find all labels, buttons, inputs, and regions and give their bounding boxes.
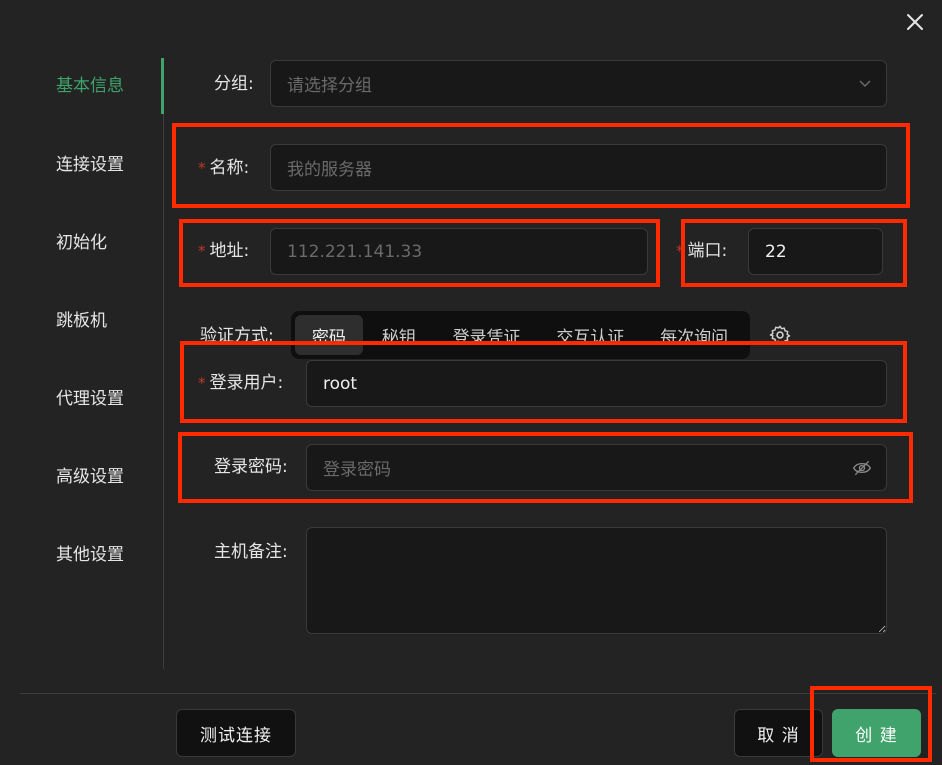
test-connection-button[interactable]: 测试连接 — [176, 709, 296, 757]
close-button[interactable] — [901, 8, 929, 36]
port-value: 22 — [765, 241, 787, 262]
footer-divider — [20, 693, 936, 694]
port-input[interactable]: 22 — [748, 228, 883, 275]
notes-label: 主机备注: — [214, 542, 288, 562]
address-input[interactable]: 112.221.141.33 — [270, 228, 648, 275]
sidebar-item-other[interactable]: 其他设置 — [56, 543, 124, 567]
auth-option-key[interactable]: 秘钥 — [363, 315, 435, 355]
auth-option-interactive[interactable]: 交互认证 — [538, 315, 642, 355]
required-mark: * — [676, 242, 684, 260]
password-placeholder: 登录密码 — [323, 460, 391, 480]
password-input[interactable]: 登录密码 — [306, 444, 887, 491]
name-input[interactable]: 我的服务器 — [270, 144, 887, 191]
username-label: * 登录用户: — [198, 373, 284, 393]
auth-option-ask-every-time[interactable]: 每次询问 — [642, 315, 746, 355]
eye-off-icon[interactable] — [852, 459, 872, 477]
close-icon — [907, 14, 923, 30]
auth-method-segmented: 密码 秘钥 登录凭证 交互认证 每次询问 — [291, 311, 750, 359]
sidebar-item-connection[interactable]: 连接设置 — [56, 153, 124, 177]
group-label: 分组: — [214, 74, 254, 94]
sidebar-active-indicator — [161, 58, 164, 114]
username-value: root — [323, 373, 358, 394]
sidebar-item-advanced[interactable]: 高级设置 — [56, 465, 124, 489]
name-label: * 名称: — [198, 158, 250, 178]
auth-method-label: 验证方式: — [200, 326, 274, 346]
auth-option-credential[interactable]: 登录凭证 — [435, 315, 539, 355]
sidebar-item-jump-host[interactable]: 跳板机 — [56, 309, 107, 333]
group-select[interactable]: 请选择分组 — [270, 60, 887, 107]
sidebar-item-basic-info[interactable]: 基本信息 — [56, 74, 124, 98]
sidebar-nav: 基本信息 连接设置 初始化 跳板机 代理设置 高级设置 其他设置 — [0, 0, 165, 670]
name-placeholder: 我的服务器 — [287, 160, 372, 180]
username-input[interactable]: root — [306, 360, 887, 407]
cancel-button[interactable]: 取 消 — [734, 709, 823, 757]
sidebar-divider — [163, 58, 164, 669]
required-mark: * — [198, 159, 206, 177]
group-placeholder: 请选择分组 — [287, 76, 372, 96]
required-mark: * — [198, 374, 206, 392]
address-value: 112.221.141.33 — [287, 241, 423, 262]
create-button[interactable]: 创 建 — [832, 709, 921, 757]
chevron-down-icon — [859, 80, 871, 88]
port-label: * 端口: — [676, 241, 728, 261]
notes-textarea[interactable] — [306, 527, 887, 634]
sidebar-item-init[interactable]: 初始化 — [56, 231, 107, 255]
password-label: 登录密码: — [214, 457, 288, 477]
auth-option-password[interactable]: 密码 — [295, 315, 363, 355]
gear-icon[interactable] — [769, 324, 791, 346]
address-label: * 地址: — [198, 241, 250, 261]
required-mark: * — [198, 242, 206, 260]
sidebar-item-proxy[interactable]: 代理设置 — [56, 387, 124, 411]
